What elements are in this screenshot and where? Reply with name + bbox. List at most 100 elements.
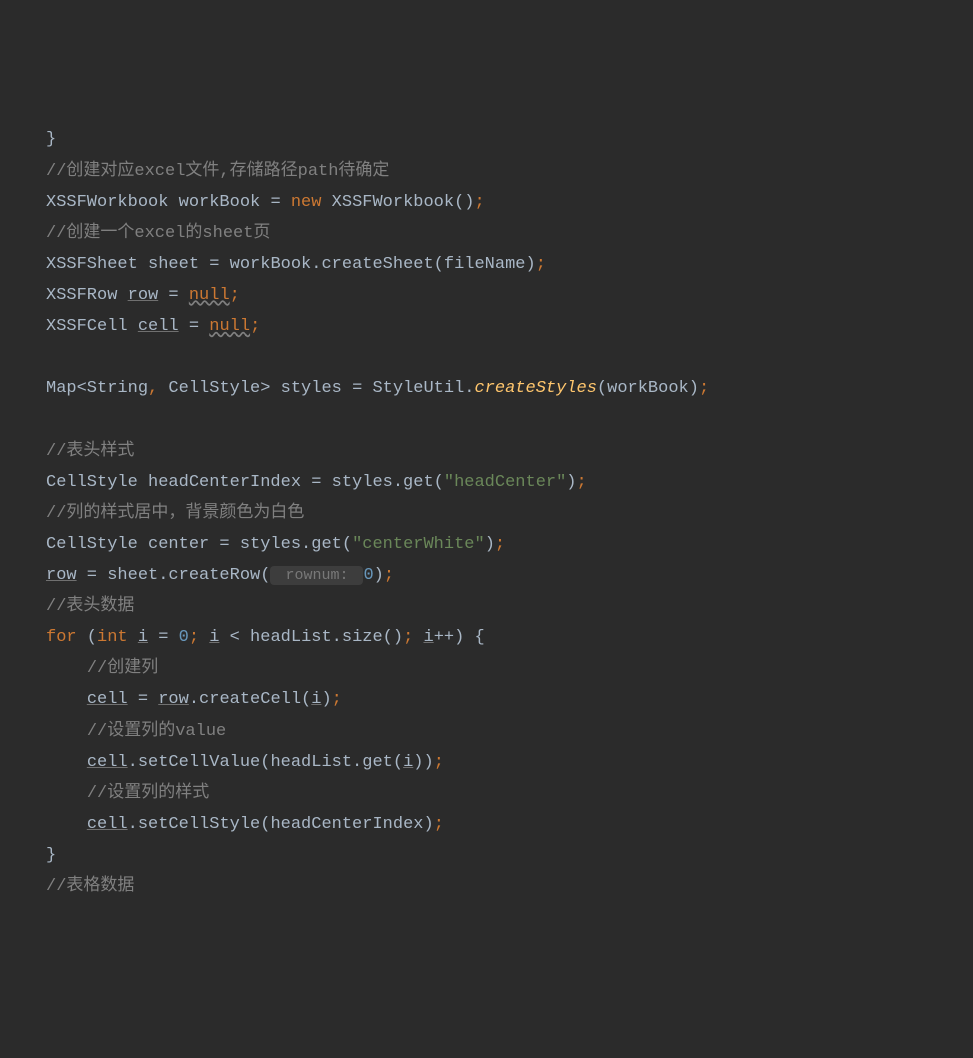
static-method: createStyles xyxy=(475,379,597,398)
comment: //表头数据 xyxy=(46,597,134,616)
code-line: XSSFWorkbook workBook = new XSSFWorkbook… xyxy=(46,187,973,218)
code-line: //表头样式 xyxy=(46,436,973,467)
code-line: row = sheet.createRow( rownum: 0); xyxy=(46,560,973,591)
variable-i: i xyxy=(138,628,148,647)
statement: CellStyle> styles = StyleUtil. xyxy=(158,379,474,398)
code-line: XSSFSheet sheet = workBook.createSheet(f… xyxy=(46,249,973,280)
constructor-call: XSSFWorkbook() xyxy=(321,193,474,212)
semicolon: ; xyxy=(332,690,342,709)
code-line: CellStyle headCenterIndex = styles.get("… xyxy=(46,467,973,498)
string-literal: "centerWhite" xyxy=(352,535,485,554)
blank-line xyxy=(46,404,973,435)
operator: = xyxy=(128,690,159,709)
paren-close: )) xyxy=(413,753,433,772)
brace-close: } xyxy=(46,846,56,865)
variable-row: row xyxy=(46,566,77,585)
semicolon: ; xyxy=(403,628,413,647)
code-line: } xyxy=(46,124,973,155)
semicolon: ; xyxy=(475,193,485,212)
semicolon: ; xyxy=(189,628,199,647)
arguments: (workBook) xyxy=(597,379,699,398)
comment: //列的样式居中，背景颜色为白色 xyxy=(46,504,304,523)
comma: , xyxy=(148,379,158,398)
statement: CellStyle headCenterIndex = styles.get( xyxy=(46,473,444,492)
code-line: //列的样式居中，背景颜色为白色 xyxy=(46,498,973,529)
variable-row: row xyxy=(128,286,159,305)
code-line: //设置列的value xyxy=(46,716,973,747)
variable-cell: cell xyxy=(87,690,128,709)
semicolon: ; xyxy=(250,317,260,336)
blank-line xyxy=(46,342,973,373)
variable-i: i xyxy=(209,628,219,647)
increment: ++) { xyxy=(434,628,485,647)
semicolon: ; xyxy=(495,535,505,554)
semicolon: ; xyxy=(699,379,709,398)
comment: //创建对应excel文件,存储路径path待确定 xyxy=(46,162,389,181)
code-line: CellStyle center = styles.get("centerWhi… xyxy=(46,529,973,560)
paren-close: ) xyxy=(321,690,331,709)
statement: = sheet.createRow( xyxy=(77,566,271,585)
code-line: } xyxy=(46,840,973,871)
type-name: XSSFSheet xyxy=(46,255,138,274)
paren-close: ) xyxy=(566,473,576,492)
type-generic: Map<String xyxy=(46,379,148,398)
paren-open: ( xyxy=(77,628,97,647)
string-literal: "headCenter" xyxy=(444,473,566,492)
comment: //表头样式 xyxy=(46,442,134,461)
variable-cell: cell xyxy=(87,753,128,772)
code-line: XSSFRow row = null; xyxy=(46,280,973,311)
code-line: for (int i = 0; i < headList.size(); i++… xyxy=(46,622,973,653)
code-line: XSSFCell cell = null; xyxy=(46,311,973,342)
operator: = xyxy=(260,193,291,212)
keyword-null: null xyxy=(189,286,230,305)
text xyxy=(168,193,178,212)
semicolon: ; xyxy=(434,753,444,772)
comment: //设置列的value xyxy=(87,722,226,741)
semicolon: ; xyxy=(230,286,240,305)
operator: = xyxy=(179,317,210,336)
code-editor[interactable]: } //创建对应excel文件,存储路径path待确定 XSSFWorkbook w… xyxy=(46,124,973,902)
method-call: .setCellValue(headList.get( xyxy=(128,753,403,772)
semicolon: ; xyxy=(577,473,587,492)
statement: CellStyle center = styles.get( xyxy=(46,535,352,554)
method-call: .createCell( xyxy=(189,690,311,709)
code-line: cell.setCellValue(headList.get(i)); xyxy=(46,747,973,778)
space xyxy=(413,628,423,647)
operator: = xyxy=(158,286,189,305)
variable: workBook xyxy=(179,193,261,212)
code-line: //创建列 xyxy=(46,653,973,684)
number-literal: 0 xyxy=(363,566,373,585)
space xyxy=(199,628,209,647)
condition: < headList.size() xyxy=(219,628,403,647)
code-line: //创建一个excel的sheet页 xyxy=(46,218,973,249)
code-line: cell = row.createCell(i); xyxy=(46,684,973,715)
code-line: Map<String, CellStyle> styles = StyleUti… xyxy=(46,373,973,404)
code-line: cell.setCellStyle(headCenterIndex); xyxy=(46,809,973,840)
code-line: //设置列的样式 xyxy=(46,778,973,809)
brace-close: } xyxy=(46,130,56,149)
variable-cell: cell xyxy=(138,317,179,336)
type-name: XSSFCell xyxy=(46,317,138,336)
keyword-int: int xyxy=(97,628,128,647)
parameter-hint: rownum: xyxy=(270,566,363,585)
variable-i: i xyxy=(311,690,321,709)
variable-i: i xyxy=(424,628,434,647)
semicolon: ; xyxy=(536,255,546,274)
space xyxy=(128,628,138,647)
type-name: XSSFWorkbook xyxy=(46,193,168,212)
comment: //表格数据 xyxy=(46,877,134,896)
method-call: .setCellStyle(headCenterIndex) xyxy=(128,815,434,834)
keyword-null: null xyxy=(209,317,250,336)
paren-close: ) xyxy=(374,566,384,585)
comment: //设置列的样式 xyxy=(87,784,209,803)
comment: //创建列 xyxy=(87,659,158,678)
semicolon: ; xyxy=(384,566,394,585)
comment: //创建一个excel的sheet页 xyxy=(46,224,270,243)
statement: sheet = workBook.createSheet(fileName) xyxy=(138,255,536,274)
code-line: //表头数据 xyxy=(46,591,973,622)
semicolon: ; xyxy=(434,815,444,834)
operator: = xyxy=(148,628,179,647)
code-line: //表格数据 xyxy=(46,871,973,902)
keyword-new: new xyxy=(291,193,322,212)
paren-close: ) xyxy=(485,535,495,554)
